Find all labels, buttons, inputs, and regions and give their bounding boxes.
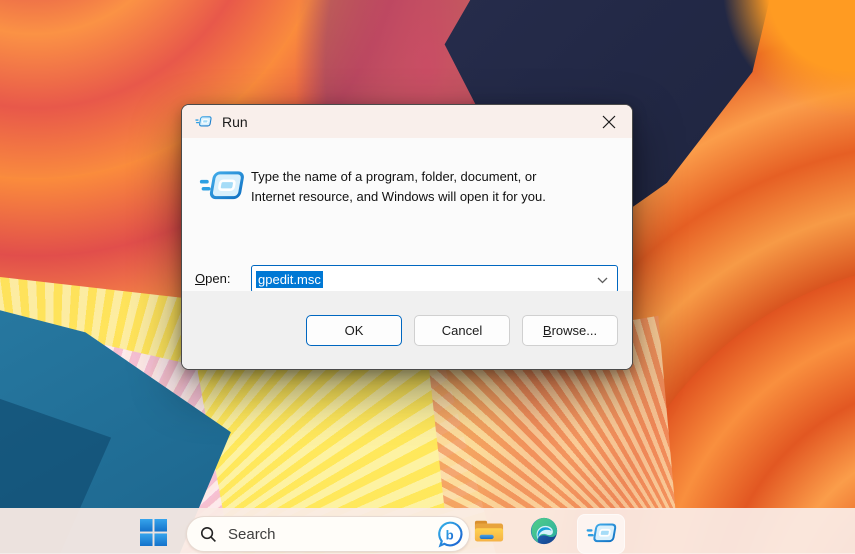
bing-icon: b — [438, 521, 463, 548]
browse-button[interactable]: Browse... — [522, 315, 618, 346]
svg-text:b: b — [446, 527, 454, 542]
open-label-accesskey: O — [195, 271, 206, 286]
run-icon — [199, 169, 245, 205]
run-icon — [195, 115, 212, 129]
ok-button[interactable]: OK — [306, 315, 402, 346]
browse-rest: rowse... — [551, 323, 598, 338]
search-icon — [200, 526, 217, 543]
desktop-screen: Run Type the name of a program, folder, … — [0, 0, 855, 554]
search-placeholder-text: Search — [228, 525, 276, 543]
browse-accesskey: B — [542, 323, 552, 338]
file-explorer-icon — [474, 520, 504, 541]
run-dialog-footer: OK Cancel Browse... — [182, 291, 632, 369]
run-icon — [586, 522, 617, 546]
chevron-down-icon — [597, 277, 607, 283]
run-dialog-body: Type the name of a program, folder, docu… — [182, 138, 632, 293]
open-combobox[interactable]: gpedit.msc — [251, 265, 618, 293]
open-combobox-value-selected[interactable]: gpedit.msc — [256, 270, 323, 288]
run-dialog: Run Type the name of a program, folder, … — [181, 104, 633, 370]
cancel-button[interactable]: Cancel — [414, 315, 510, 346]
dialog-description: Type the name of a program, folder, docu… — [251, 167, 621, 207]
edge-button[interactable] — [529, 516, 559, 546]
close-button[interactable] — [586, 105, 632, 138]
open-label: Open: — [195, 271, 230, 286]
dialog-title: Run — [222, 113, 248, 130]
description-line-1: Type the name of a program, folder, docu… — [251, 169, 537, 184]
edge-icon — [530, 517, 558, 545]
description-line-2: Internet resource, and Windows will open… — [251, 189, 546, 204]
file-explorer-button[interactable] — [474, 517, 504, 545]
browse-button-label: Browse... — [543, 323, 597, 338]
cancel-button-label: Cancel — [441, 323, 483, 338]
run-app-taskbar-button[interactable] — [577, 514, 625, 554]
taskbar: Search b — [0, 508, 855, 554]
start-button[interactable] — [138, 517, 168, 547]
combobox-dropdown-button[interactable] — [595, 273, 609, 287]
bing-button[interactable]: b — [436, 520, 464, 548]
open-label-rest: pen: — [205, 271, 231, 286]
run-dialog-titlebar[interactable]: Run — [182, 105, 632, 138]
windows-start-icon — [139, 518, 167, 546]
close-icon — [602, 115, 616, 128]
taskbar-search-box[interactable]: Search b — [186, 516, 470, 552]
ok-button-label: OK — [344, 323, 364, 338]
